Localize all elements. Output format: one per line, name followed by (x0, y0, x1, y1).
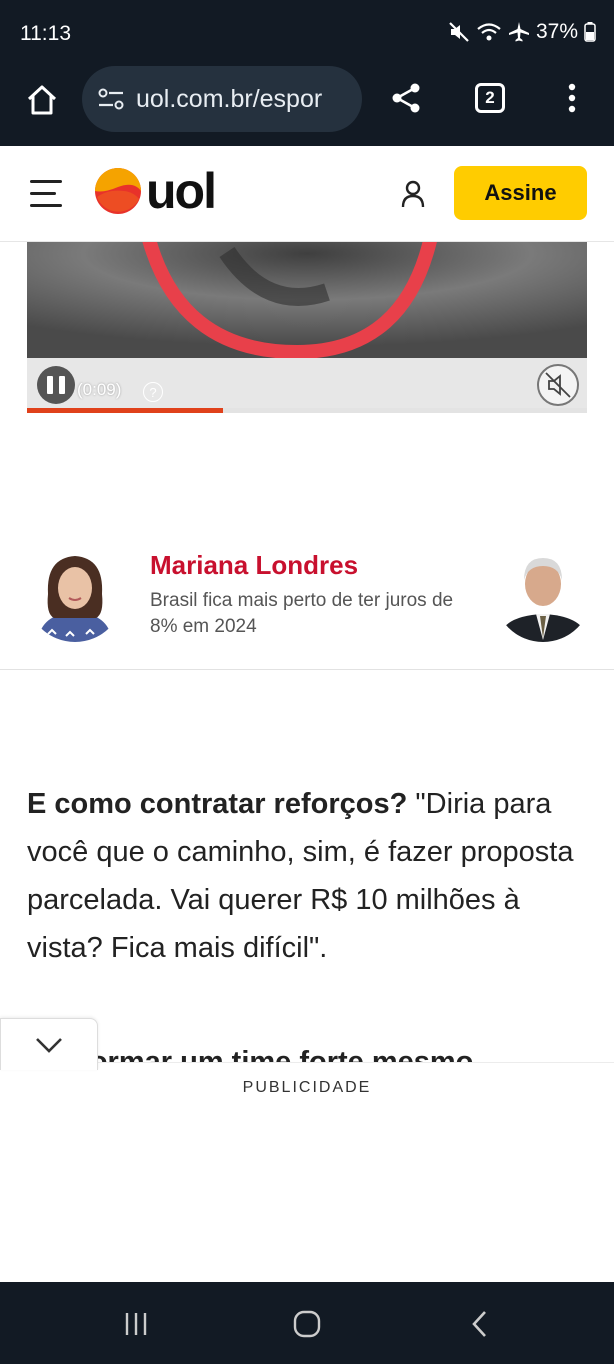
ad-collapse-button[interactable] (0, 1018, 98, 1070)
battery-level: 37% (535, 20, 578, 43)
pause-button[interactable] (37, 366, 75, 404)
more-vert-icon (568, 83, 576, 113)
site-settings-icon[interactable] (96, 84, 126, 114)
user-icon (401, 180, 425, 208)
browser-toolbar: uol.com.br/espor 2 (0, 66, 614, 146)
share-icon (392, 83, 420, 113)
site-header: uol Assine (0, 146, 614, 242)
video-player[interactable] (27, 242, 587, 358)
menu-button[interactable] (30, 176, 66, 212)
video-frame (27, 242, 587, 358)
status-time: 11:13 (20, 22, 71, 45)
article-paragraph: E como contratar reforços? "Diria para v… (27, 780, 592, 972)
address-bar[interactable]: uol.com.br/espor (82, 66, 362, 132)
video-progress-bar[interactable] (27, 408, 587, 413)
volume-muted-icon (545, 372, 571, 398)
help-icon[interactable]: ? (143, 382, 163, 402)
video-controls: (0:09) ? (27, 358, 587, 408)
recent-apps-button[interactable] (116, 1304, 156, 1344)
columnist-avatar[interactable] (26, 544, 124, 642)
home-nav-button[interactable] (287, 1304, 327, 1344)
columnist-strip[interactable]: Mariana Londres Brasil fica mais perto d… (0, 530, 614, 670)
recent-apps-icon (125, 1313, 147, 1335)
status-icons: 37% (448, 20, 596, 44)
subscribe-button[interactable]: Assine (454, 166, 587, 220)
video-progress-fill (27, 408, 223, 413)
chevron-down-icon (36, 1037, 62, 1053)
home-circle-icon (293, 1310, 321, 1338)
back-button[interactable] (460, 1304, 500, 1344)
ad-label: PUBLICIDADE (242, 1079, 372, 1096)
share-button[interactable] (384, 76, 428, 120)
article-next-heading: ora formar um time forte mesmo (27, 1046, 474, 1062)
uol-logo[interactable]: uol (94, 163, 217, 219)
video-time: (0:09) (77, 380, 122, 399)
browser-menu-button[interactable] (550, 76, 594, 120)
columnist-name[interactable]: Mariana Londres (150, 550, 358, 581)
uol-logo-icon (95, 168, 141, 214)
home-button[interactable] (20, 78, 64, 122)
user-account-button[interactable] (396, 176, 430, 212)
battery-icon (584, 21, 596, 43)
url-text[interactable]: uol.com.br/espor (136, 85, 322, 114)
logo-text: uol (146, 163, 217, 219)
home-icon (27, 85, 57, 115)
wifi-icon (476, 21, 502, 43)
tabs-button[interactable]: 2 (468, 76, 512, 120)
columnist-avatar-secondary[interactable] (494, 544, 592, 642)
mute-video-button[interactable] (537, 364, 579, 406)
status-bar: 11:13 37% (0, 0, 614, 66)
back-icon (472, 1311, 486, 1337)
ad-container: PUBLICIDADE (0, 1062, 614, 1282)
system-nav-bar (0, 1282, 614, 1364)
airplane-icon (508, 21, 530, 43)
columnist-headline[interactable]: Brasil fica mais perto de ter juros de 8… (150, 588, 470, 640)
article-lead-bold: E como contratar reforços? (27, 788, 408, 820)
tab-count: 2 (475, 83, 505, 113)
mute-icon (448, 21, 470, 43)
